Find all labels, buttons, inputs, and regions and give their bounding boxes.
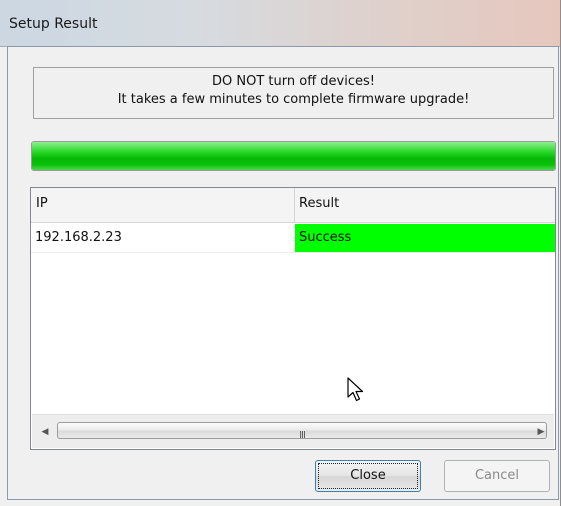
results-list[interactable]: IP Result 192.168.2.23 Success ◀ III ▶ xyxy=(30,187,556,450)
window-title: Setup Result xyxy=(9,16,98,32)
warning-line-2: It takes a few minutes to complete firmw… xyxy=(117,92,470,107)
dialog-content: DO NOT turn off devices! It takes a few … xyxy=(7,46,559,500)
pointer-cursor-icon xyxy=(347,377,364,402)
row-ip-cell: 192.168.2.23 xyxy=(35,230,122,245)
column-header-ip[interactable]: IP xyxy=(36,196,48,211)
title-bar[interactable]: Setup Result xyxy=(0,0,560,47)
scroll-right-arrow-icon[interactable]: ▶ xyxy=(532,423,550,441)
scroll-left-arrow-icon[interactable]: ◀ xyxy=(36,423,54,441)
column-divider[interactable] xyxy=(294,188,295,222)
table-row[interactable]: 192.168.2.23 Success xyxy=(31,224,555,253)
scrollbar-thumb[interactable]: III xyxy=(57,422,547,441)
warning-line-1: DO NOT turn off devices! xyxy=(212,74,375,89)
horizontal-scrollbar[interactable]: ◀ III ▶ xyxy=(32,414,554,448)
scrollbar-grip-icon: III xyxy=(299,430,306,441)
row-result-cell: Success xyxy=(295,224,555,252)
warning-message-box: DO NOT turn off devices! It takes a few … xyxy=(33,67,554,119)
cancel-button[interactable]: Cancel xyxy=(444,460,550,492)
setup-result-window: Setup Result DO NOT turn off devices! It… xyxy=(0,0,561,506)
progress-fill xyxy=(32,142,555,170)
upgrade-progress-bar xyxy=(31,141,556,171)
close-button[interactable]: Close xyxy=(315,460,421,492)
column-header-result[interactable]: Result xyxy=(299,196,339,211)
list-header: IP Result xyxy=(31,188,555,223)
